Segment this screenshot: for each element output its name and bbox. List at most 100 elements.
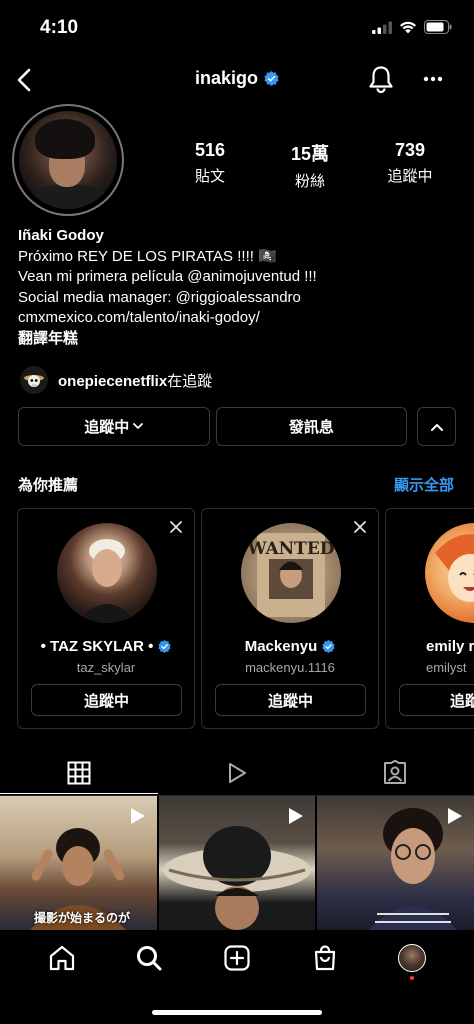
profile-avatar[interactable]	[12, 104, 124, 216]
tagged-person-icon	[384, 760, 406, 784]
nav-profile[interactable]	[392, 938, 432, 980]
profile-tabs	[0, 752, 474, 796]
bell-icon	[369, 66, 393, 93]
suggestion-card[interactable]: WANTED Mackenyu mackenyu.1116 追蹤中	[201, 508, 379, 729]
nav-home[interactable]	[42, 938, 82, 978]
verified-badge-icon	[264, 71, 279, 86]
tab-tagged[interactable]	[316, 752, 474, 794]
reel-indicator-icon	[130, 808, 145, 824]
suggestion-name-row: • TAZ SKYLAR •	[18, 638, 194, 655]
more-dots-icon	[423, 76, 443, 82]
suggestion-name: emily r	[426, 638, 474, 655]
message-button[interactable]: 發訊息	[215, 407, 408, 446]
search-icon	[137, 946, 162, 971]
dismiss-button[interactable]	[166, 517, 186, 537]
bio-line: Vean mi primera película @animojuventud …	[18, 268, 317, 285]
bio-line: Próximo REY DE LOS PIRATAS !!!! 🏴‍☠️	[18, 247, 277, 265]
see-all-link[interactable]: 顯示全部	[394, 474, 454, 495]
reels-play-icon	[229, 763, 246, 783]
stat-value: 15萬	[290, 144, 330, 164]
suggestion-follow-button[interactable]: 追蹤中	[215, 684, 366, 716]
poster-text: WANTED	[246, 539, 334, 559]
home-icon	[49, 945, 74, 971]
add-post-icon	[224, 945, 250, 971]
battery-icon	[424, 20, 452, 34]
suggestion-name: • TAZ SKYLAR •	[40, 638, 154, 655]
chevron-down-icon	[133, 423, 144, 429]
suggestions-header: 為你推薦 顯示全部	[18, 474, 454, 495]
post-thumbnail[interactable]	[158, 796, 316, 930]
tab-posts-grid[interactable]	[0, 752, 158, 794]
status-icons	[372, 20, 452, 34]
profile-actions: 追蹤中 發訊息	[18, 407, 456, 446]
followers-count[interactable]: 15萬 粉絲	[280, 140, 340, 191]
following-button[interactable]: 追蹤中	[18, 407, 210, 446]
suggestions-title: 為你推薦	[18, 477, 79, 494]
nav-shop[interactable]	[305, 938, 345, 978]
suggestion-follow-button[interactable]: 追蹤	[399, 684, 474, 716]
reel-indicator-icon	[289, 808, 304, 824]
mutual-suffix: 在追蹤	[167, 372, 213, 390]
nav-create[interactable]	[217, 938, 257, 978]
suggestion-follow-button[interactable]: 追蹤中	[31, 684, 182, 716]
posts-count[interactable]: 516 貼文	[180, 140, 240, 191]
profile-bio: Iñaki Godoy Próximo REY DE LOS PIRATAS !…	[18, 226, 458, 349]
mutual-username[interactable]: onepiecenetflix	[58, 373, 167, 390]
suggestion-handle: emilyst	[426, 660, 467, 675]
suggestion-avatar[interactable]	[425, 523, 474, 623]
grid-icon	[67, 761, 91, 784]
notifications-button[interactable]	[366, 64, 396, 94]
verified-badge-icon	[322, 640, 335, 653]
post-caption: 撮影が始まるのが	[34, 911, 131, 925]
suggestion-avatar[interactable]	[57, 523, 157, 623]
username-wrap: inakigo	[0, 68, 474, 89]
suggestion-handle: mackenyu.1116	[245, 660, 335, 675]
status-time: 4:10	[40, 17, 79, 38]
reel-indicator-icon	[448, 808, 463, 824]
close-icon	[170, 521, 182, 533]
profile-stats: 516 貼文 15萬 粉絲 739 追蹤中	[180, 140, 440, 191]
status-bar: 4:10	[0, 0, 474, 54]
display-name: Iñaki Godoy	[18, 227, 104, 244]
profile-header: inakigo	[0, 62, 474, 98]
wifi-icon	[399, 21, 417, 34]
chevron-up-icon	[430, 423, 443, 431]
bio-link[interactable]: cmxmexico.com/talento/inaki-godoy/	[18, 308, 458, 329]
nav-search[interactable]	[129, 938, 169, 978]
post-thumbnail[interactable]	[317, 796, 474, 930]
dismiss-button[interactable]	[350, 517, 370, 537]
message-label: 發訊息	[288, 419, 334, 436]
stat-value: 516	[194, 140, 226, 160]
verified-badge-icon	[158, 640, 172, 653]
close-icon	[354, 521, 366, 533]
suggestion-card[interactable]: emily r emilyst 追蹤	[385, 508, 474, 729]
more-options-button[interactable]	[418, 64, 448, 94]
suggestion-name-row: emily r	[386, 638, 474, 655]
suggestion-name: Mackenyu	[244, 638, 318, 655]
posts-grid: 撮影が始まるのが	[0, 796, 474, 930]
stat-label: 貼文	[194, 168, 225, 185]
username: inakigo	[194, 68, 258, 88]
followed-by[interactable]: onepiecenetflix在追蹤	[20, 366, 212, 394]
suggestion-avatar[interactable]: WANTED	[241, 523, 341, 623]
skull-icon	[24, 375, 44, 387]
shopping-bag-icon	[314, 945, 335, 971]
suggestions-carousel[interactable]: • TAZ SKYLAR • taz_skylar 追蹤中 WANTED Mac…	[17, 508, 474, 730]
suggestion-handle: taz_skylar	[76, 660, 136, 675]
bio-line: Social media manager: @riggioalessandro	[18, 288, 301, 306]
profile-avatar-image	[19, 111, 117, 209]
translate-link[interactable]: 翻譯年糕	[18, 329, 458, 350]
signal-icon	[372, 21, 392, 34]
home-indicator	[152, 1010, 322, 1015]
notification-dot	[410, 976, 415, 980]
suggestion-name-row: Mackenyu	[202, 638, 378, 655]
suggestion-card[interactable]: • TAZ SKYLAR • taz_skylar 追蹤中	[17, 508, 195, 729]
stat-value: 739	[394, 140, 426, 160]
stat-label: 追蹤中	[387, 168, 433, 185]
following-label: 追蹤中	[84, 419, 130, 436]
suggestions-toggle-button[interactable]	[417, 407, 456, 446]
tab-reels[interactable]	[158, 752, 316, 794]
post-thumbnail[interactable]: 撮影が始まるのが	[0, 796, 157, 930]
following-count[interactable]: 739 追蹤中	[380, 140, 440, 191]
profile-avatar-small	[398, 944, 427, 972]
